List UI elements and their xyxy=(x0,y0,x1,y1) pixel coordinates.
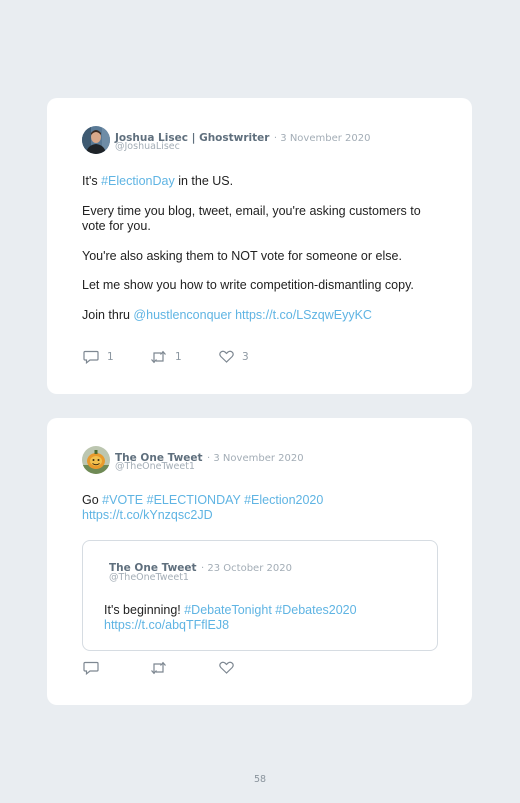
like-count: 3 xyxy=(242,350,249,363)
tweet-card-1: Joshua Lisec | Ghostwriter · 3 November … xyxy=(47,98,472,394)
tweet-date[interactable]: · 3 November 2020 xyxy=(274,133,371,144)
tweet-paragraph: Join thru @hustlenconquer https://t.co/L… xyxy=(82,308,372,322)
reply-icon xyxy=(83,661,99,675)
like-button[interactable]: 3 xyxy=(219,350,249,363)
tweet-paragraph: Let me show you how to write competition… xyxy=(82,278,414,292)
author-handle[interactable]: @TheOneTweet1 xyxy=(115,461,195,472)
mention-link[interactable]: @hustlenconquer xyxy=(133,308,231,322)
quoted-author-handle[interactable]: @TheOneTweet1 xyxy=(109,572,189,583)
reply-button[interactable]: 1 xyxy=(83,350,114,364)
url-link[interactable]: https://t.co/abqTFflEJ8 xyxy=(104,618,229,632)
tweet-paragraph: Every time you blog, tweet, email, you'r… xyxy=(82,204,421,233)
quoted-tweet-text: It's beginning! #DebateTonight #Debates2… xyxy=(104,603,357,632)
reply-icon xyxy=(83,350,99,364)
hashtag-links[interactable]: #DebateTonight #Debates2020 xyxy=(184,603,356,617)
retweet-icon xyxy=(151,661,166,675)
avatar[interactable] xyxy=(82,446,110,474)
quoted-tweet[interactable]: The One Tweet · 23 October 2020 @TheOneT… xyxy=(82,540,438,651)
page-number: 58 xyxy=(253,774,267,785)
url-link[interactable]: https://t.co/kYnzqsc2JD xyxy=(82,508,213,522)
tweet-paragraph: You're also asking them to NOT vote for … xyxy=(82,249,402,263)
hashtag-links[interactable]: #VOTE #ELECTIONDAY #Election2020 xyxy=(102,493,323,507)
retweet-button[interactable] xyxy=(150,661,167,675)
tweet-text: Go #VOTE #ELECTIONDAY #Election2020 https… xyxy=(82,493,324,522)
heart-icon xyxy=(219,350,234,363)
like-button[interactable] xyxy=(219,661,234,674)
reply-button[interactable] xyxy=(83,661,99,675)
avatar[interactable] xyxy=(82,126,110,154)
heart-icon xyxy=(219,661,234,674)
tweet-date[interactable]: · 3 November 2020 xyxy=(207,453,304,464)
tweet-paragraph: It's #ElectionDay in the US. xyxy=(82,174,234,188)
quoted-tweet-date[interactable]: · 23 October 2020 xyxy=(201,563,292,574)
hashtag-link[interactable]: #ElectionDay xyxy=(101,174,175,188)
retweet-icon xyxy=(151,350,166,364)
retweet-count: 1 xyxy=(175,351,182,363)
tweet-card-2: The One Tweet · 3 November 2020 @TheOneT… xyxy=(47,418,472,705)
retweet-button[interactable]: 1 xyxy=(150,350,182,364)
author-handle[interactable]: @JoshuaLisec xyxy=(115,141,180,152)
reply-count: 1 xyxy=(107,351,114,363)
url-link[interactable]: https://t.co/LSzqwEyyKC xyxy=(235,308,372,322)
